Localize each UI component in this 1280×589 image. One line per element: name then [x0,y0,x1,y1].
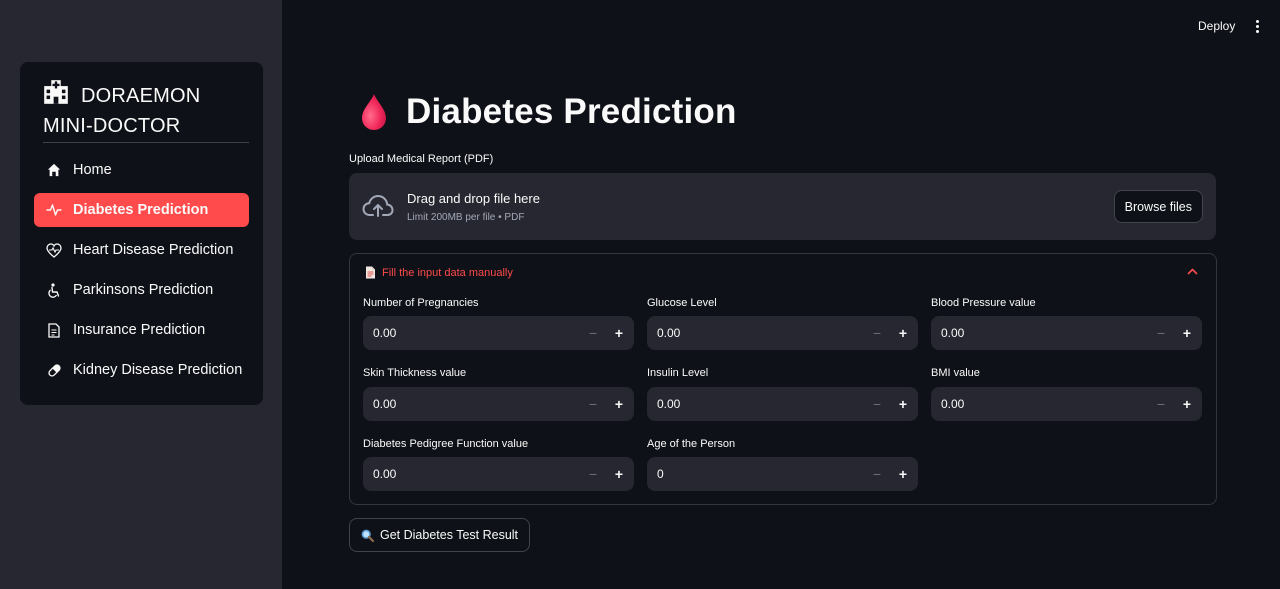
glucose-input[interactable]: 0.00 − + [647,316,918,350]
sidebar-item-parkinsons-prediction[interactable]: Parkinsons Prediction [34,273,249,307]
glucose-value[interactable]: 0.00 [657,316,680,350]
file-dropzone[interactable]: Drag and drop file here Limit 200MB per … [349,173,1216,240]
drop-of-blood-icon [362,94,386,130]
blood-pressure-input[interactable]: 0.00 − + [931,316,1202,350]
increment-button[interactable]: + [890,387,916,421]
heart-pulse-icon [46,242,62,258]
sidebar-item-diabetes-prediction[interactable]: Diabetes Prediction [34,193,249,227]
app-root: DORAEMON MINI-DOCTOR Home Diabetes Predi… [0,0,1280,589]
glucose-label: Glucose Level [647,297,717,309]
magnifying-glass-icon [361,529,374,542]
deploy-button[interactable]: Deploy [1190,14,1243,38]
decrement-button[interactable]: − [864,316,890,350]
pedigree-label: Diabetes Pedigree Function value [363,438,529,450]
increment-button[interactable]: + [606,387,632,421]
document-icon [46,322,62,338]
sidebar-item-label: Kidney Disease Prediction [73,362,243,378]
bmi-input[interactable]: 0.00 − + [931,387,1202,421]
skin-thickness-value[interactable]: 0.00 [373,387,396,421]
wheelchair-icon [46,282,62,298]
house-icon [46,162,62,178]
brand-title: DORAEMON MINI-DOCTOR [43,78,200,141]
decrement-button[interactable]: − [1148,387,1174,421]
sidebar-item-label: Parkinsons Prediction [73,282,214,298]
brand-line1: DORAEMON [81,85,201,107]
bmi-label: BMI value [931,367,980,379]
dropzone-text: Drag and drop file here [407,191,540,206]
sidebar-item-label: Diabetes Prediction [73,202,209,218]
page-title: Diabetes Prediction [359,92,737,132]
page-icon [366,266,375,279]
sidebar-item-heart-disease-prediction[interactable]: Heart Disease Prediction [34,233,249,267]
sidebar-item-label: Home [73,162,112,178]
get-diabetes-result-button[interactable]: Get Diabetes Test Result [349,518,531,552]
cloud-upload-icon [362,194,394,217]
capsule-icon [46,362,62,378]
sidebar-item-home[interactable]: Home [34,153,249,187]
increment-button[interactable]: + [890,457,916,491]
dropzone-limit: Limit 200MB per file • PDF [407,212,525,223]
activity-icon [46,202,62,218]
menu-divider [43,142,249,143]
blood-pressure-value[interactable]: 0.00 [941,316,964,350]
skin-thickness-input[interactable]: 0.00 − + [363,387,634,421]
decrement-button[interactable]: − [580,387,606,421]
get-diabetes-result-label: Get Diabetes Test Result [380,528,519,542]
increment-button[interactable]: + [1174,316,1200,350]
increment-button[interactable]: + [890,316,916,350]
manual-input-expander: Fill the input data manually Number of P… [349,253,1217,505]
blood-pressure-label: Blood Pressure value [931,297,1036,309]
sidebar-item-label: Insurance Prediction [73,322,206,338]
browse-files-button[interactable]: Browse files [1113,190,1203,223]
pedigree-value[interactable]: 0.00 [373,457,396,491]
upload-label: Upload Medical Report (PDF) [349,153,494,165]
age-input[interactable]: 0 − + [647,457,918,491]
brand-line2: MINI-DOCTOR [43,115,181,137]
pregnancies-value[interactable]: 0.00 [373,316,396,350]
expander-title: Fill the input data manually [382,266,513,279]
insulin-label: Insulin Level [647,367,709,379]
page-title-text: Diabetes Prediction [406,92,737,131]
insulin-value[interactable]: 0.00 [657,387,680,421]
expander-header[interactable]: Fill the input data manually [365,266,513,279]
pedigree-input[interactable]: 0.00 − + [363,457,634,491]
sidebar-item-kidney-disease-prediction[interactable]: Kidney Disease Prediction [34,353,249,387]
decrement-button[interactable]: − [580,457,606,491]
increment-button[interactable]: + [606,457,632,491]
skin-thickness-label: Skin Thickness value [363,367,467,379]
brand: DORAEMON MINI-DOCTOR [43,78,248,141]
decrement-button[interactable]: − [580,316,606,350]
age-label: Age of the Person [647,438,736,450]
pregnancies-input[interactable]: 0.00 − + [363,316,634,350]
increment-button[interactable]: + [606,316,632,350]
decrement-button[interactable]: − [1148,316,1174,350]
increment-button[interactable]: + [1174,387,1200,421]
sidebar: DORAEMON MINI-DOCTOR Home Diabetes Predi… [0,0,282,589]
pregnancies-label: Number of Pregnancies [363,297,479,309]
sidebar-item-insurance-prediction[interactable]: Insurance Prediction [34,313,249,347]
chevron-up-icon[interactable] [1187,267,1198,275]
bmi-value[interactable]: 0.00 [941,387,964,421]
decrement-button[interactable]: − [864,387,890,421]
option-menu: DORAEMON MINI-DOCTOR Home Diabetes Predi… [20,62,263,405]
decrement-button[interactable]: − [864,457,890,491]
age-value[interactable]: 0 [657,457,664,491]
main-menu-icon[interactable] [1248,16,1266,36]
insulin-input[interactable]: 0.00 − + [647,387,918,421]
hospital-icon [44,80,68,104]
sidebar-item-label: Heart Disease Prediction [73,242,234,258]
